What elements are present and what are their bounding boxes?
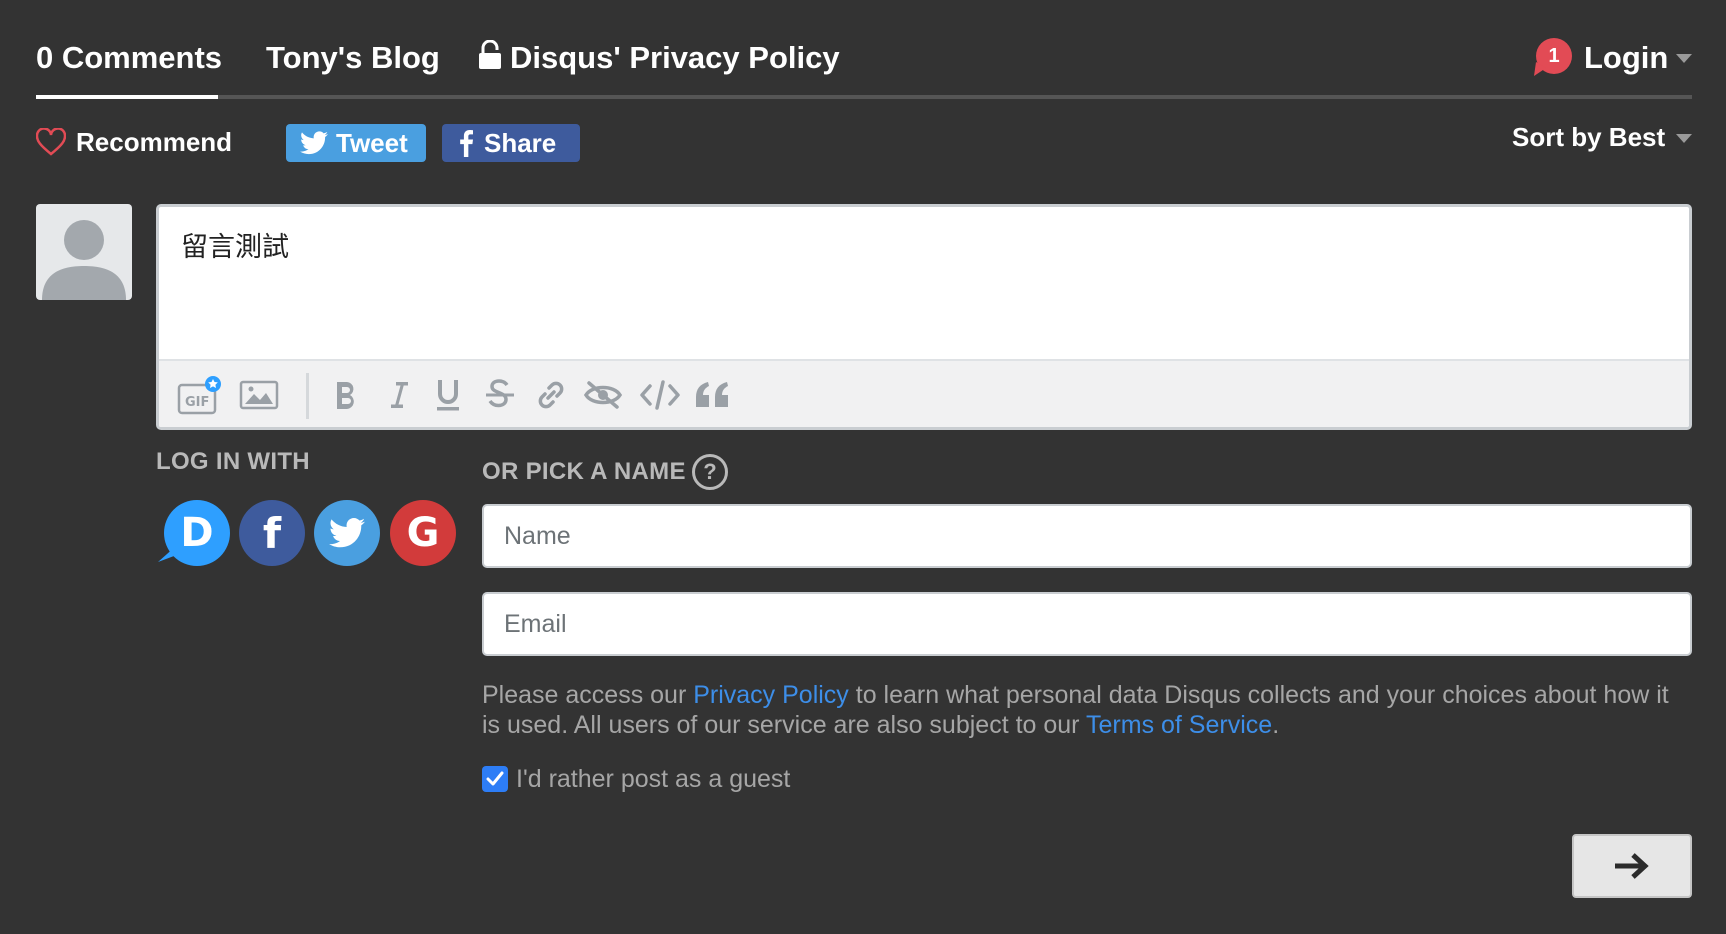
tab-comments[interactable]: 0 Comments bbox=[36, 38, 222, 78]
toolbar-separator bbox=[306, 373, 309, 419]
facebook-share-button[interactable]: Share bbox=[442, 124, 580, 162]
nav-divider bbox=[36, 95, 1692, 99]
code-icon[interactable] bbox=[639, 375, 681, 415]
privacy-policy-link[interactable]: Privacy Policy bbox=[693, 681, 849, 709]
facebook-f-icon bbox=[460, 130, 473, 157]
tab-privacy-policy[interactable]: Disqus' Privacy Policy bbox=[510, 38, 840, 78]
sort-dropdown[interactable]: Sort by Best bbox=[1512, 122, 1665, 153]
facebook-icon: f bbox=[262, 508, 282, 558]
recommend-label: Recommend bbox=[76, 126, 233, 157]
disqus-tail-icon bbox=[158, 546, 176, 562]
underline-icon[interactable] bbox=[431, 375, 465, 415]
name-field[interactable] bbox=[482, 504, 1692, 568]
facebook-login-button[interactable]: f bbox=[239, 500, 305, 566]
google-login-button[interactable]: G bbox=[390, 500, 456, 566]
google-icon: G bbox=[406, 510, 440, 556]
guest-label: I'd rather post as a guest bbox=[516, 764, 791, 793]
lock-icon bbox=[479, 40, 501, 69]
twitter-login-button[interactable] bbox=[314, 500, 380, 566]
sort-caret-icon[interactable] bbox=[1676, 134, 1692, 143]
checkmark-icon bbox=[486, 771, 504, 786]
heart-icon bbox=[36, 128, 66, 156]
recommend-button[interactable]: Recommend bbox=[36, 126, 232, 158]
tab-blog[interactable]: Tony's Blog bbox=[266, 38, 440, 78]
italic-icon[interactable] bbox=[381, 375, 415, 415]
twitter-bird-icon bbox=[300, 131, 328, 155]
submit-button[interactable] bbox=[1572, 834, 1692, 898]
badge-tail-icon bbox=[1534, 62, 1546, 76]
twitter-icon bbox=[329, 518, 365, 548]
terms-of-service-link[interactable]: Terms of Service bbox=[1086, 711, 1272, 739]
pick-name-label: OR PICK A NAME bbox=[482, 458, 686, 485]
login-menu[interactable]: Login bbox=[1584, 38, 1668, 78]
guest-checkbox[interactable] bbox=[482, 766, 508, 792]
strikethrough-icon[interactable] bbox=[483, 375, 517, 415]
log-in-with-label: LOG IN WITH bbox=[156, 448, 310, 475]
arrow-right-icon bbox=[1615, 853, 1649, 879]
quote-icon[interactable] bbox=[693, 375, 733, 415]
spoiler-icon[interactable] bbox=[583, 375, 623, 415]
bold-icon[interactable] bbox=[329, 375, 363, 415]
avatar bbox=[36, 204, 132, 300]
gif-icon[interactable]: GIF bbox=[177, 375, 223, 415]
help-icon[interactable]: ? bbox=[692, 454, 728, 490]
comment-editor[interactable]: 留言測試 GIF bbox=[156, 204, 1692, 430]
tweet-label: Tweet bbox=[336, 127, 408, 158]
user-silhouette-icon bbox=[42, 220, 126, 300]
editor-toolbar: GIF bbox=[159, 359, 1689, 427]
nav-active-indicator bbox=[36, 95, 218, 99]
privacy-notice: Please access our Privacy Policy to lear… bbox=[482, 680, 1692, 740]
svg-text:GIF: GIF bbox=[185, 395, 209, 410]
privacy-prefix: Please access our bbox=[482, 681, 694, 709]
email-field[interactable] bbox=[482, 592, 1692, 656]
comment-text[interactable]: 留言測試 bbox=[181, 225, 289, 264]
tweet-button[interactable]: Tweet bbox=[286, 124, 426, 162]
share-label: Share bbox=[484, 127, 557, 158]
login-caret-icon[interactable] bbox=[1676, 54, 1692, 63]
link-icon[interactable] bbox=[533, 375, 569, 415]
disqus-icon: D bbox=[180, 510, 214, 556]
guest-option[interactable]: I'd rather post as a guest bbox=[482, 764, 790, 794]
image-icon[interactable] bbox=[239, 375, 279, 415]
privacy-suffix: . bbox=[1272, 711, 1280, 739]
